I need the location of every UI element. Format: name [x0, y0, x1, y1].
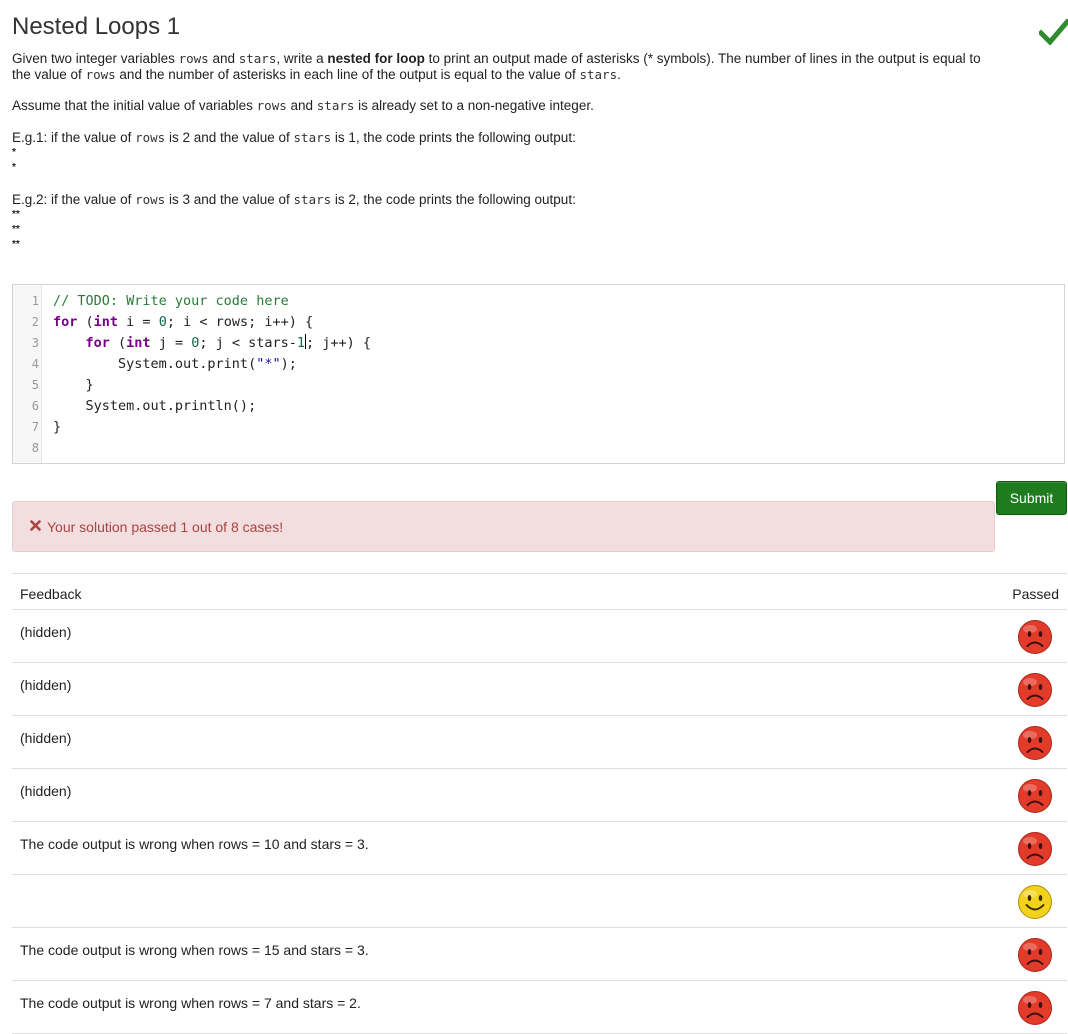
code-line[interactable]: }: [53, 375, 94, 396]
feedback-text: The code output is wrong when rows = 15 …: [20, 942, 369, 958]
code-line[interactable]: System.out.print("*");: [53, 354, 297, 375]
table-row: (hidden): [12, 716, 1067, 769]
page-title: Nested Loops 1: [12, 13, 181, 40]
passed-column-header: Passed: [1012, 586, 1059, 602]
feedback-text: (hidden): [20, 677, 72, 693]
example-2-output-line: **: [12, 239, 20, 250]
feedback-column-header: Feedback: [20, 586, 82, 602]
sad-face-icon: [1018, 779, 1052, 813]
alert-message: Your solution passed 1 out of 8 cases!: [47, 519, 284, 535]
code-line[interactable]: }: [53, 417, 61, 438]
result-alert: Your solution passed 1 out of 8 cases!: [12, 501, 995, 552]
table-row: The code output is wrong when rows = 10 …: [12, 822, 1067, 875]
feedback-text: (hidden): [20, 624, 72, 640]
sad-face-icon: [1018, 620, 1052, 654]
feedback-text: (hidden): [20, 730, 72, 746]
example-2-output-line: **: [12, 209, 20, 220]
feedback-text: (hidden): [20, 783, 72, 799]
example-1-text: E.g.1: if the value of rows is 2 and the…: [12, 130, 576, 145]
submit-button[interactable]: Submit: [996, 481, 1067, 515]
feedback-text: The code output is wrong when rows = 7 a…: [20, 995, 361, 1011]
code-line[interactable]: for (int j = 0; j < stars-1; j++) {: [53, 333, 371, 354]
sad-face-icon: [1018, 673, 1052, 707]
line-number: 8: [31, 441, 39, 455]
table-header: Feedback Passed: [12, 573, 1067, 610]
check-icon: [1039, 19, 1068, 45]
sad-face-icon: [1018, 832, 1052, 866]
line-number: 3: [31, 336, 39, 350]
example-1-output-line: *: [12, 162, 16, 173]
code-editor[interactable]: 1 2 3 4 5 6 7 8 // TODO: Write your code…: [12, 284, 1065, 464]
table-row: The code output is wrong when rows = 7 a…: [12, 981, 1067, 1034]
smiley-face-icon: [1018, 885, 1052, 919]
line-number: 2: [31, 315, 39, 329]
table-row: [12, 875, 1067, 928]
line-number: 4: [31, 357, 39, 371]
x-icon: [30, 520, 41, 531]
line-number: 1: [31, 294, 39, 308]
code-line[interactable]: // TODO: Write your code here: [53, 291, 289, 312]
table-row: (hidden): [12, 769, 1067, 822]
example-1-output-line: *: [12, 147, 16, 158]
sad-face-icon: [1018, 991, 1052, 1025]
feedback-text: The code output is wrong when rows = 10 …: [20, 836, 369, 852]
table-row: (hidden): [12, 663, 1067, 716]
line-number: 5: [31, 378, 39, 392]
description-line-2: the value of rows and the number of aste…: [12, 67, 621, 82]
sad-face-icon: [1018, 726, 1052, 760]
description-line-1: Given two integer variables rows and sta…: [12, 51, 981, 66]
line-number-gutter: 1 2 3 4 5 6 7 8: [13, 285, 42, 463]
example-2-output-line: **: [12, 224, 20, 235]
sad-face-icon: [1018, 938, 1052, 972]
table-row: (hidden): [12, 610, 1067, 663]
line-number: 6: [31, 399, 39, 413]
code-line[interactable]: for (int i = 0; i < rows; i++) {: [53, 312, 313, 333]
example-2-text: E.g.2: if the value of rows is 3 and the…: [12, 192, 576, 207]
table-row: The code output is wrong when rows = 15 …: [12, 928, 1067, 981]
line-number: 7: [31, 420, 39, 434]
assumption-text: Assume that the initial value of variabl…: [12, 98, 594, 113]
code-line[interactable]: System.out.println();: [53, 396, 257, 417]
